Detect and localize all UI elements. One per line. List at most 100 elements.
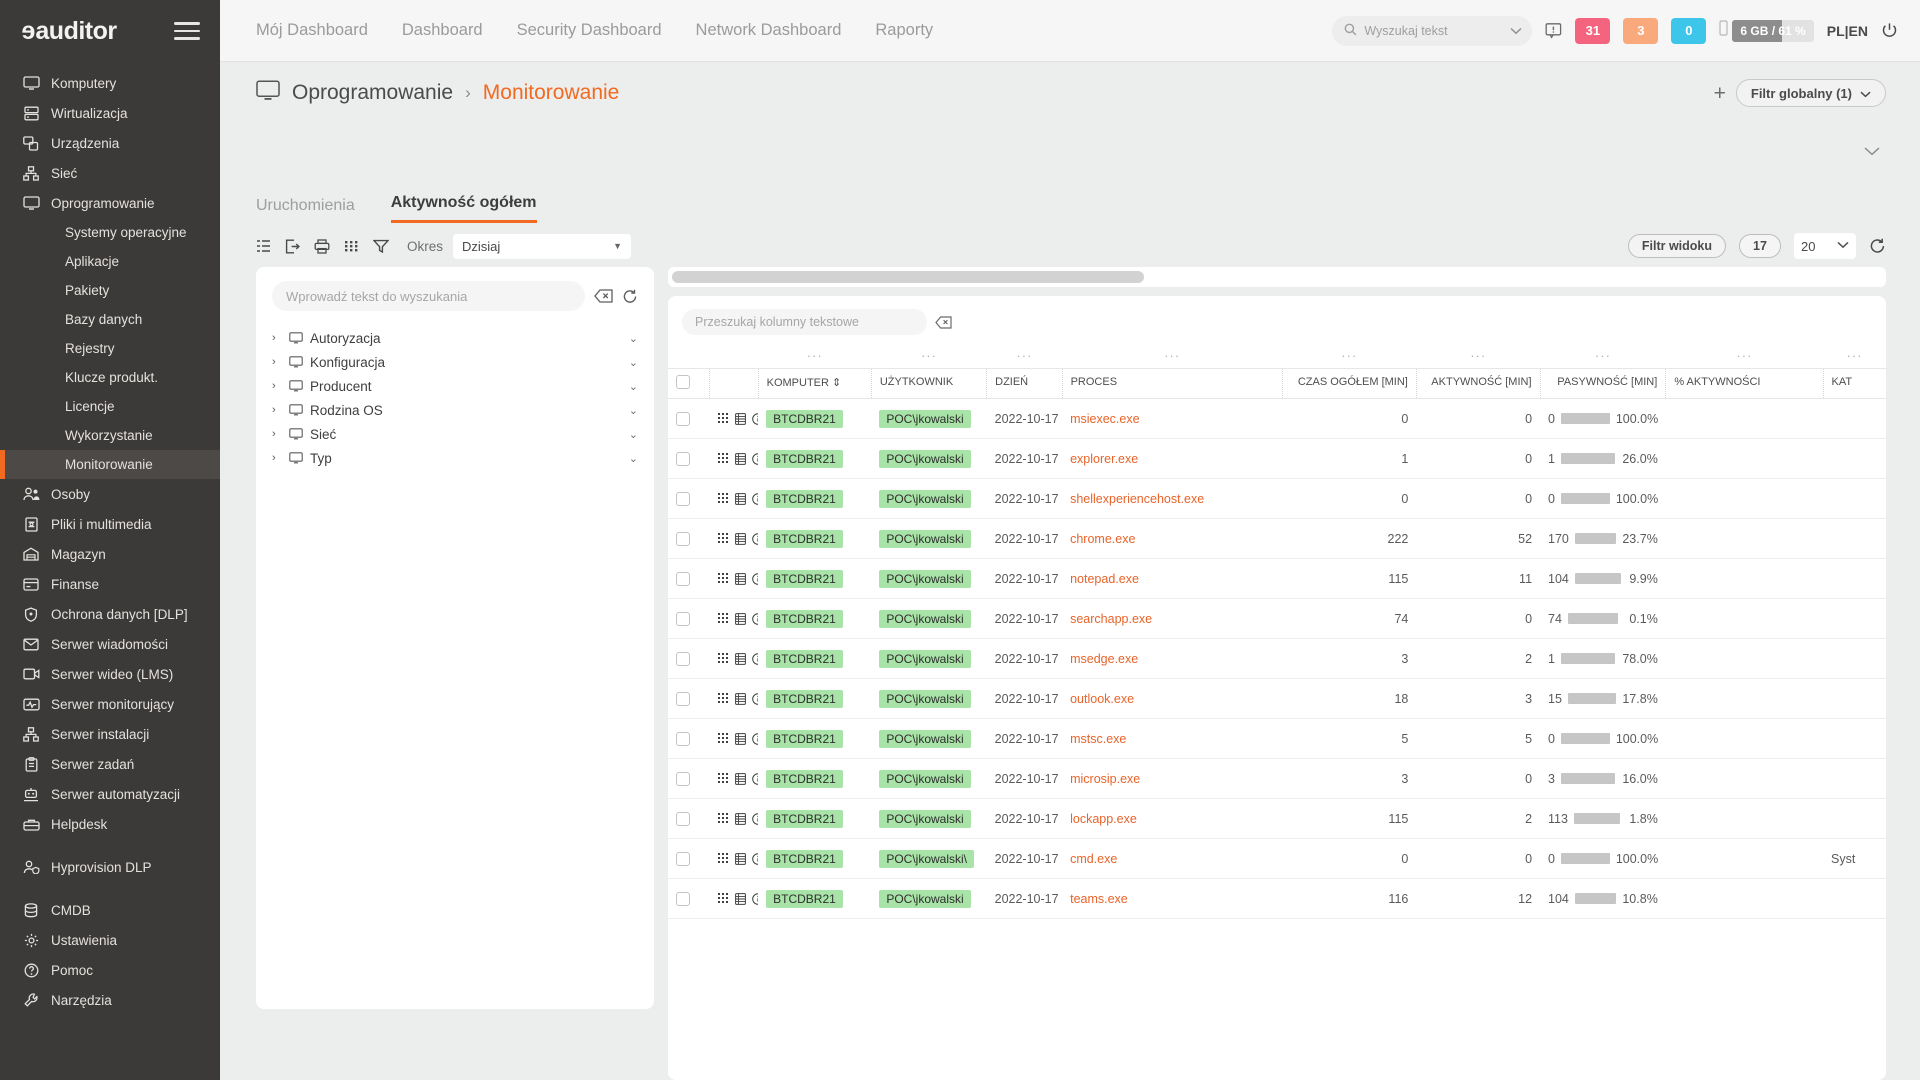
row-checkbox[interactable] <box>676 691 690 706</box>
sidebar-item-magazyn[interactable]: Magazyn <box>0 539 220 569</box>
info-icon[interactable] <box>752 412 759 425</box>
table-row[interactable]: BTCDBR21 POC\jkowalski 2022-10-17 microsip.… <box>668 758 1886 799</box>
details-list-icon[interactable] <box>735 772 746 785</box>
drag-handle-icon[interactable] <box>717 413 729 424</box>
details-list-icon[interactable] <box>735 812 746 825</box>
row-checkbox[interactable] <box>676 891 690 906</box>
chevron-down-icon[interactable]: ⌄ <box>629 332 638 345</box>
sidebar-item-finanse[interactable]: Finanse <box>0 569 220 599</box>
cell-proces[interactable]: cmd.exe <box>1062 838 1283 879</box>
table-row[interactable]: BTCDBR21 POC\jkowalski 2022-10-17 outlook.e… <box>668 678 1886 719</box>
details-list-icon[interactable] <box>735 692 746 705</box>
cell-proces[interactable]: notepad.exe <box>1062 558 1283 599</box>
sidebar-subitem-systemy-operacyjne[interactable]: Systemy operacyjne <box>0 218 220 247</box>
row-checkbox[interactable] <box>676 531 690 546</box>
sidebar-item-ochrona-danych-dlp[interactable]: Ochrona danych [DLP] <box>0 599 220 629</box>
sidebar-item-pliki-i-multimedia[interactable]: Pliki i multimedia <box>0 509 220 539</box>
lang-en[interactable]: EN <box>1849 23 1868 39</box>
sort-icon[interactable]: ⇕ <box>832 377 841 389</box>
th-czas-ogolem[interactable]: CZAS OGÓŁEM [min] <box>1281 368 1417 399</box>
table-row[interactable]: BTCDBR21 POC\jkowalski 2022-10-17 chrome.ex… <box>668 518 1886 559</box>
sidebar-item-ustawienia[interactable]: Ustawienia <box>0 925 220 955</box>
badge-warning[interactable]: 3 <box>1623 17 1659 44</box>
details-list-icon[interactable] <box>735 492 746 505</box>
sidebar-item-oprogramowanie[interactable]: Oprogramowanie <box>0 188 220 218</box>
row-checkbox[interactable] <box>676 571 690 586</box>
table-row[interactable]: BTCDBR21 POC\jkowalski 2022-10-17 notepad.e… <box>668 558 1886 599</box>
chevron-right-icon[interactable]: › <box>272 452 282 464</box>
row-checkbox[interactable] <box>676 491 690 506</box>
breadcrumb-parent[interactable]: Oprogramowanie <box>292 81 453 105</box>
filter-tree-item-typ[interactable]: › Typ ⌄ <box>272 446 638 470</box>
menu-toggle-icon[interactable] <box>174 22 200 40</box>
refresh-icon[interactable] <box>1869 238 1886 254</box>
drag-handle-icon[interactable] <box>717 813 729 824</box>
sidebar-item-pomoc[interactable]: Pomoc <box>0 955 220 985</box>
drag-handle-icon[interactable] <box>717 693 729 704</box>
select-all-checkbox[interactable] <box>676 375 690 389</box>
info-icon[interactable] <box>752 572 759 585</box>
sidebar-item-helpdesk[interactable]: Helpdesk <box>0 809 220 839</box>
table-row[interactable]: BTCDBR21 POC\jkowalski 2022-10-17 lockapp.e… <box>668 798 1886 839</box>
sidebar-item-serwer-zadan[interactable]: Serwer zadań <box>0 749 220 779</box>
clear-icon[interactable] <box>594 289 613 303</box>
columns-icon[interactable] <box>256 239 271 253</box>
cell-proces[interactable]: microsip.exe <box>1062 758 1283 799</box>
drag-handle-icon[interactable] <box>717 853 729 864</box>
column-menu-icon[interactable]: ··· <box>1666 345 1823 369</box>
table-row[interactable]: BTCDBR21 POC\jkowalski 2022-10-17 searchapp… <box>668 598 1886 639</box>
cell-proces[interactable]: searchapp.exe <box>1062 598 1283 639</box>
info-icon[interactable] <box>752 852 759 865</box>
table-row[interactable]: BTCDBR21 POC\jkowalski 2022-10-17 shellexpe… <box>668 478 1886 519</box>
chevron-down-icon[interactable] <box>1510 24 1522 38</box>
chevron-down-icon[interactable] <box>1864 143 1880 161</box>
th-kat[interactable]: KAT <box>1822 368 1886 399</box>
column-menu-icon[interactable]: ··· <box>1282 345 1416 369</box>
lang-pl[interactable]: PL <box>1827 23 1845 39</box>
filter-search-input[interactable]: Wprowadź tekst do wyszukania <box>272 281 585 311</box>
details-list-icon[interactable] <box>735 852 746 865</box>
sidebar-subitem-wykorzystanie[interactable]: Wykorzystanie <box>0 421 220 450</box>
chevron-down-icon[interactable]: ⌄ <box>629 356 638 369</box>
table-row[interactable]: BTCDBR21 POC\jkowalski 2022-10-17 msedge.ex… <box>668 638 1886 679</box>
export-icon[interactable] <box>285 239 300 254</box>
column-menu-icon[interactable]: ··· <box>758 345 871 369</box>
th-uzytkownik[interactable]: UŻYTKOWNIK <box>870 368 987 399</box>
details-list-icon[interactable] <box>735 652 746 665</box>
details-list-icon[interactable] <box>735 732 746 745</box>
sidebar-item-narzedzia[interactable]: Narzędzia <box>0 985 220 1015</box>
global-filter-button[interactable]: Filtr globalny (1) <box>1735 79 1886 107</box>
sidebar-subitem-licencje[interactable]: Licencje <box>0 392 220 421</box>
row-checkbox[interactable] <box>676 451 690 466</box>
details-list-icon[interactable] <box>735 452 746 465</box>
drag-handle-icon[interactable] <box>717 533 729 544</box>
th-komputer[interactable]: KOMPUTER ⇕ <box>757 368 872 399</box>
info-icon[interactable] <box>752 532 759 545</box>
chevron-right-icon[interactable]: › <box>272 404 282 416</box>
sidebar-item-siec[interactable]: Sieć <box>0 158 220 188</box>
details-list-icon[interactable] <box>735 572 746 585</box>
drag-handle-icon[interactable] <box>717 453 729 464</box>
period-select[interactable]: Dzisiaj ▼ <box>453 233 632 259</box>
chevron-down-icon[interactable]: ⌄ <box>629 380 638 393</box>
th-pct-aktywnosci[interactable]: % AKTYWNOŚCI <box>1665 368 1824 399</box>
column-menu-icon[interactable]: ··· <box>871 345 986 369</box>
power-icon[interactable] <box>1881 22 1898 39</box>
info-icon[interactable] <box>752 452 759 465</box>
sidebar-subitem-aplikacje[interactable]: Aplikacje <box>0 247 220 276</box>
sidebar-item-urzadzenia[interactable]: Urządzenia <box>0 128 220 158</box>
filter-tree-item-siec[interactable]: › Sieć ⌄ <box>272 422 638 446</box>
column-menu-icon[interactable]: ··· <box>987 345 1062 369</box>
info-icon[interactable] <box>752 492 759 505</box>
cell-proces[interactable]: msiexec.exe <box>1062 398 1283 439</box>
sidebar-item-serwer-wiadomosci[interactable]: Serwer wiadomości <box>0 629 220 659</box>
tab-aktywnosc-ogolem[interactable]: Aktywność ogółem <box>390 194 537 223</box>
drag-handle-icon[interactable] <box>717 653 729 664</box>
cell-proces[interactable]: lockapp.exe <box>1062 798 1283 839</box>
row-checkbox[interactable] <box>676 771 690 786</box>
page-size-select[interactable]: 20 <box>1794 233 1856 259</box>
cell-proces[interactable]: mstsc.exe <box>1062 718 1283 759</box>
cell-proces[interactable]: outlook.exe <box>1062 678 1283 719</box>
tab-uruchomienia[interactable]: Uruchomienia <box>256 197 355 223</box>
row-checkbox[interactable] <box>676 811 690 826</box>
